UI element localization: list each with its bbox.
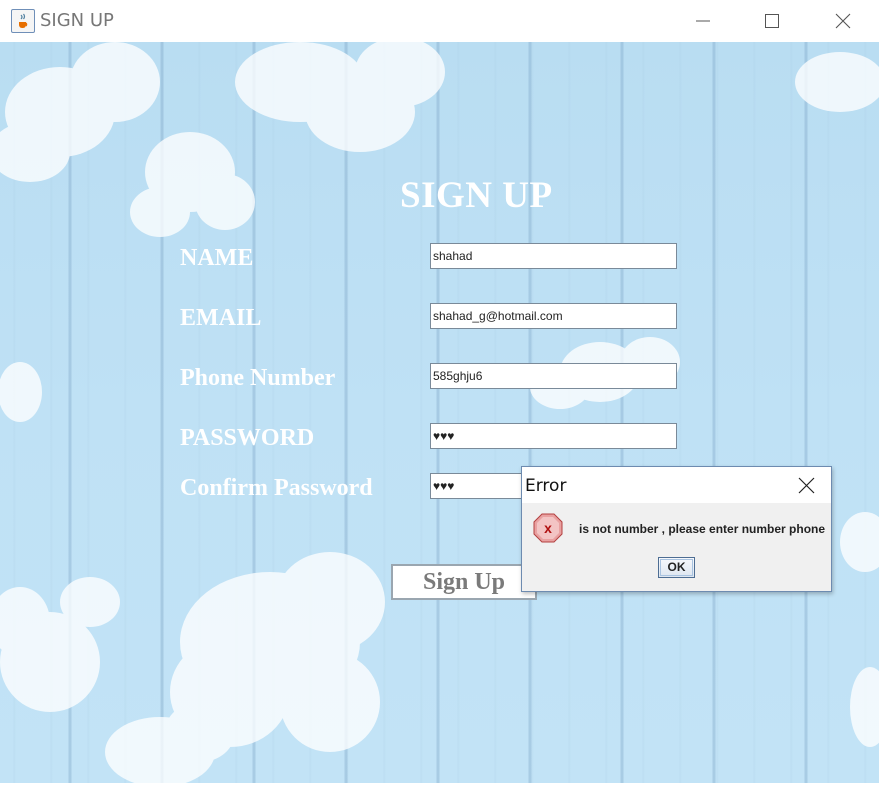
email-field[interactable]: shahad_g@hotmail.com	[430, 303, 677, 329]
confirm-password-label: Confirm Password	[180, 475, 373, 501]
phone-label: Phone Number	[180, 365, 336, 391]
close-icon	[798, 477, 815, 494]
close-icon	[835, 13, 851, 29]
svg-text:x: x	[544, 520, 552, 536]
window-title: SIGN UP	[40, 10, 114, 31]
page-title: SIGN UP	[400, 175, 553, 216]
password-label: PASSWORD	[180, 425, 315, 451]
sign-up-button[interactable]: Sign Up	[391, 564, 537, 600]
error-icon: x	[533, 513, 563, 543]
dialog-title: Error	[525, 476, 567, 496]
java-cup-icon	[11, 9, 35, 33]
ok-button[interactable]: OK	[658, 557, 695, 578]
window-title-bar: SIGN UP	[0, 0, 879, 42]
minimize-button[interactable]	[680, 0, 726, 42]
name-label: NAME	[180, 245, 254, 271]
signup-panel: SIGN UP NAME shahad EMAIL shahad_g@hotma…	[0, 42, 879, 783]
minimize-icon	[696, 20, 710, 22]
name-field[interactable]: shahad	[430, 243, 677, 269]
dialog-message: is not number , please enter number phon…	[579, 522, 826, 536]
cloud-background	[0, 42, 879, 783]
password-field[interactable]: ♥♥♥	[430, 423, 677, 449]
email-label: EMAIL	[180, 305, 262, 331]
dialog-close-button[interactable]	[792, 471, 822, 499]
close-window-button[interactable]	[820, 0, 866, 42]
maximize-button[interactable]	[749, 0, 795, 42]
error-dialog: Error x is not number , please enter num…	[521, 466, 832, 592]
phone-field[interactable]: 585ghju6	[430, 363, 677, 389]
maximize-icon	[765, 14, 779, 28]
dialog-title-bar: Error	[522, 467, 831, 503]
